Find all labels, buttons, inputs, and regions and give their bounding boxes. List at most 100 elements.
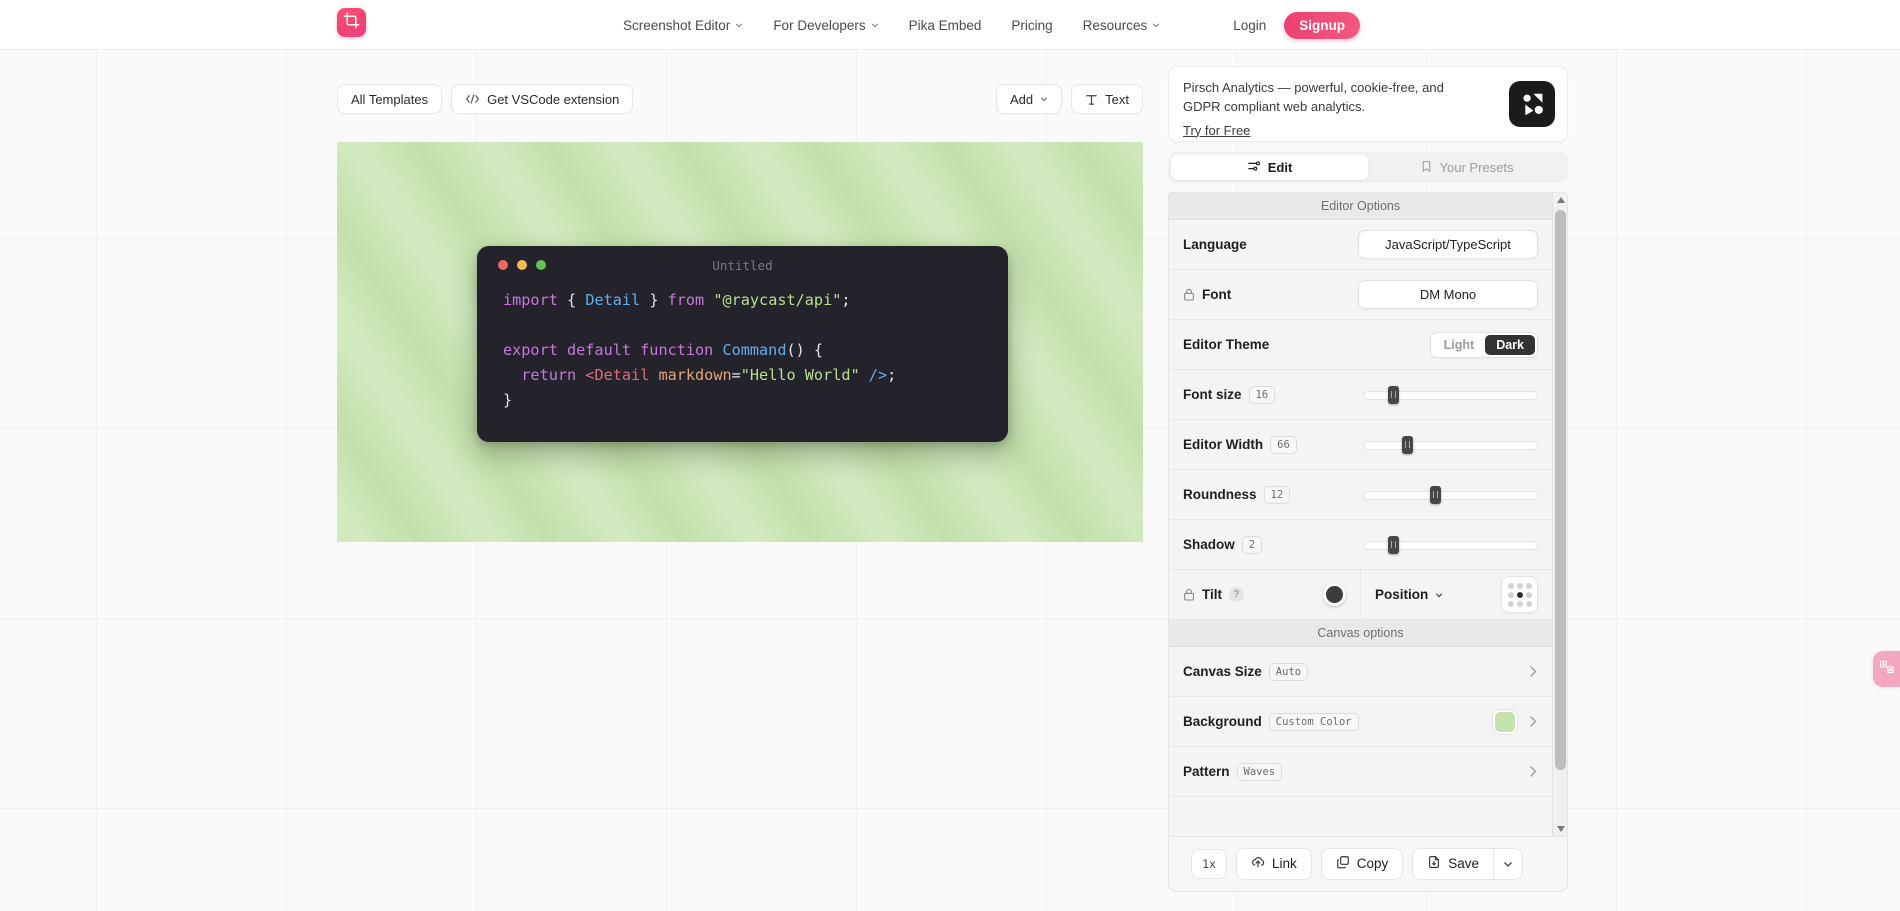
position-dot-1[interactable]	[1516, 582, 1523, 589]
options-panel: Editor Options Language JavaScript/TypeS…	[1168, 192, 1568, 837]
all-templates-label: All Templates	[351, 91, 429, 107]
position-dot-2[interactable]	[1525, 582, 1532, 589]
position-dot-8[interactable]	[1525, 600, 1532, 607]
nav-item-for-developers[interactable]: For Developers	[758, 0, 893, 50]
slider-thumb[interactable]	[1401, 435, 1413, 454]
language-select[interactable]: JavaScript/TypeScript	[1358, 230, 1538, 259]
ad-text: Pirsch Analytics — powerful, cookie-free…	[1183, 80, 1444, 114]
row-slider-font-size: Font size 16	[1169, 370, 1552, 420]
nav-item-pika-embed[interactable]: Pika Embed	[894, 0, 997, 50]
code-window-titlebar: Untitled	[477, 246, 1008, 284]
nav-item-pricing[interactable]: Pricing	[996, 0, 1067, 50]
code-window[interactable]: Untitled import { Detail } from "@raycas…	[477, 246, 1008, 442]
code-token: Command	[722, 341, 787, 359]
theme-option-light[interactable]: Light	[1433, 335, 1486, 355]
question-icon[interactable]: ?	[1229, 587, 1244, 602]
position-dot-0[interactable]	[1507, 582, 1514, 589]
position-dot-3[interactable]	[1507, 591, 1514, 598]
scrollbar-thumb[interactable]	[1555, 210, 1566, 770]
code-token: ;	[887, 366, 897, 384]
add-button[interactable]: Add	[996, 84, 1063, 114]
tab-presets-label: Your Presets	[1439, 160, 1514, 175]
copy-button[interactable]: Copy	[1320, 847, 1404, 880]
slider-label: Font size 16	[1183, 385, 1276, 404]
tab-your-presets[interactable]: Your Presets	[1368, 155, 1565, 180]
slider-0[interactable]	[1363, 385, 1538, 404]
position-dot-6[interactable]	[1507, 600, 1514, 607]
row-tilt-position: Tilt ? Position	[1169, 570, 1552, 620]
tab-edit[interactable]: Edit	[1171, 155, 1368, 180]
link-button[interactable]: Link	[1236, 847, 1312, 880]
sponsor-ad-card[interactable]: Pirsch Analytics — powerful, cookie-free…	[1168, 66, 1568, 142]
sliders-icon	[1247, 159, 1261, 176]
panel-scrollbar[interactable]	[1552, 193, 1567, 836]
scrollbar-up-arrow[interactable]	[1553, 193, 1567, 207]
screenshot-canvas[interactable]: Untitled import { Detail } from "@raycas…	[337, 142, 1143, 542]
code-content[interactable]: import { Detail } from "@raycast/api"; e…	[477, 284, 1008, 413]
row-canvas-size[interactable]: Canvas Size Auto	[1169, 647, 1552, 697]
tilt-swatch[interactable]	[1323, 583, 1346, 606]
chevron-right-icon	[1529, 765, 1538, 778]
slider-value: 12	[1263, 485, 1291, 504]
add-label: Add	[1010, 91, 1034, 107]
slider-rows: Font size 16 Editor Width 66 Roundness 12 Shad…	[1169, 370, 1552, 570]
slider-thumb[interactable]	[1429, 485, 1441, 504]
code-token: Detail	[585, 291, 641, 309]
option-label: Canvas Size	[1183, 664, 1262, 679]
slider-track	[1363, 440, 1538, 450]
scrollbar-down-arrow[interactable]	[1553, 822, 1567, 836]
code-token: <Detail	[585, 366, 650, 384]
row-editor-theme: Editor Theme Light Dark	[1169, 320, 1552, 370]
position-dot-7[interactable]	[1516, 600, 1523, 607]
text-tool-icon	[1085, 93, 1098, 106]
pika-logo[interactable]	[337, 8, 366, 37]
translate-widget-tab[interactable]	[1873, 651, 1900, 687]
row-font: Font DM Mono	[1169, 270, 1552, 320]
row-pattern[interactable]: Pattern Waves	[1169, 747, 1552, 797]
nav-label: Pika Embed	[908, 17, 982, 33]
text-tool-button[interactable]: Text	[1071, 84, 1143, 114]
slider-2[interactable]	[1363, 485, 1538, 504]
slider-1[interactable]	[1363, 435, 1538, 454]
slider-3[interactable]	[1363, 535, 1538, 554]
vscode-label: Get VSCode extension	[487, 91, 620, 107]
copy-icon	[1336, 855, 1350, 872]
position-dot-4[interactable]	[1516, 591, 1523, 598]
theme-option-dark[interactable]: Dark	[1485, 334, 1535, 355]
slider-thumb[interactable]	[1387, 385, 1399, 404]
save-button[interactable]: Save	[1412, 847, 1494, 880]
position-cell: Position	[1360, 570, 1552, 619]
slider-thumb[interactable]	[1387, 535, 1399, 554]
login-link[interactable]: Login	[1233, 18, 1266, 33]
chevron-down-icon	[871, 21, 879, 29]
option-label: Background	[1183, 714, 1262, 729]
position-dot-5[interactable]	[1525, 591, 1532, 598]
chevron-right-icon	[1529, 715, 1538, 728]
lock-icon	[1183, 288, 1195, 301]
background-color-chip[interactable]	[1493, 709, 1517, 734]
row-background[interactable]: Background Custom Color	[1169, 697, 1552, 747]
ad-cta-link[interactable]: Try for Free	[1183, 123, 1250, 138]
get-vscode-extension-button[interactable]: Get VSCode extension	[451, 84, 634, 114]
tilt-label: Tilt ?	[1183, 587, 1244, 602]
code-token: }	[503, 391, 513, 409]
save-options-caret[interactable]	[1493, 847, 1524, 880]
code-token: ;	[841, 291, 851, 309]
nav-item-resources[interactable]: Resources	[1068, 0, 1176, 50]
nav-item-screenshot-editor[interactable]: Screenshot Editor	[608, 0, 758, 50]
slider-name: Roundness	[1183, 487, 1257, 502]
bookmark-icon	[1420, 160, 1433, 176]
code-token: from	[667, 291, 714, 309]
position-grid[interactable]	[1501, 576, 1538, 613]
chevron-down-icon	[1435, 591, 1443, 599]
zoom-level-button[interactable]: 1x	[1191, 848, 1227, 879]
chevron-down-icon	[735, 21, 743, 29]
code-window-title[interactable]: Untitled	[477, 258, 1008, 273]
code-token: }	[640, 291, 668, 309]
all-templates-button[interactable]: All Templates	[337, 84, 443, 114]
auth-actions: Login Signup	[1233, 0, 1360, 50]
signup-button[interactable]: Signup	[1284, 11, 1360, 39]
code-token: import	[503, 291, 568, 309]
chevron-down-icon	[1040, 95, 1048, 103]
font-select[interactable]: DM Mono	[1358, 280, 1538, 309]
